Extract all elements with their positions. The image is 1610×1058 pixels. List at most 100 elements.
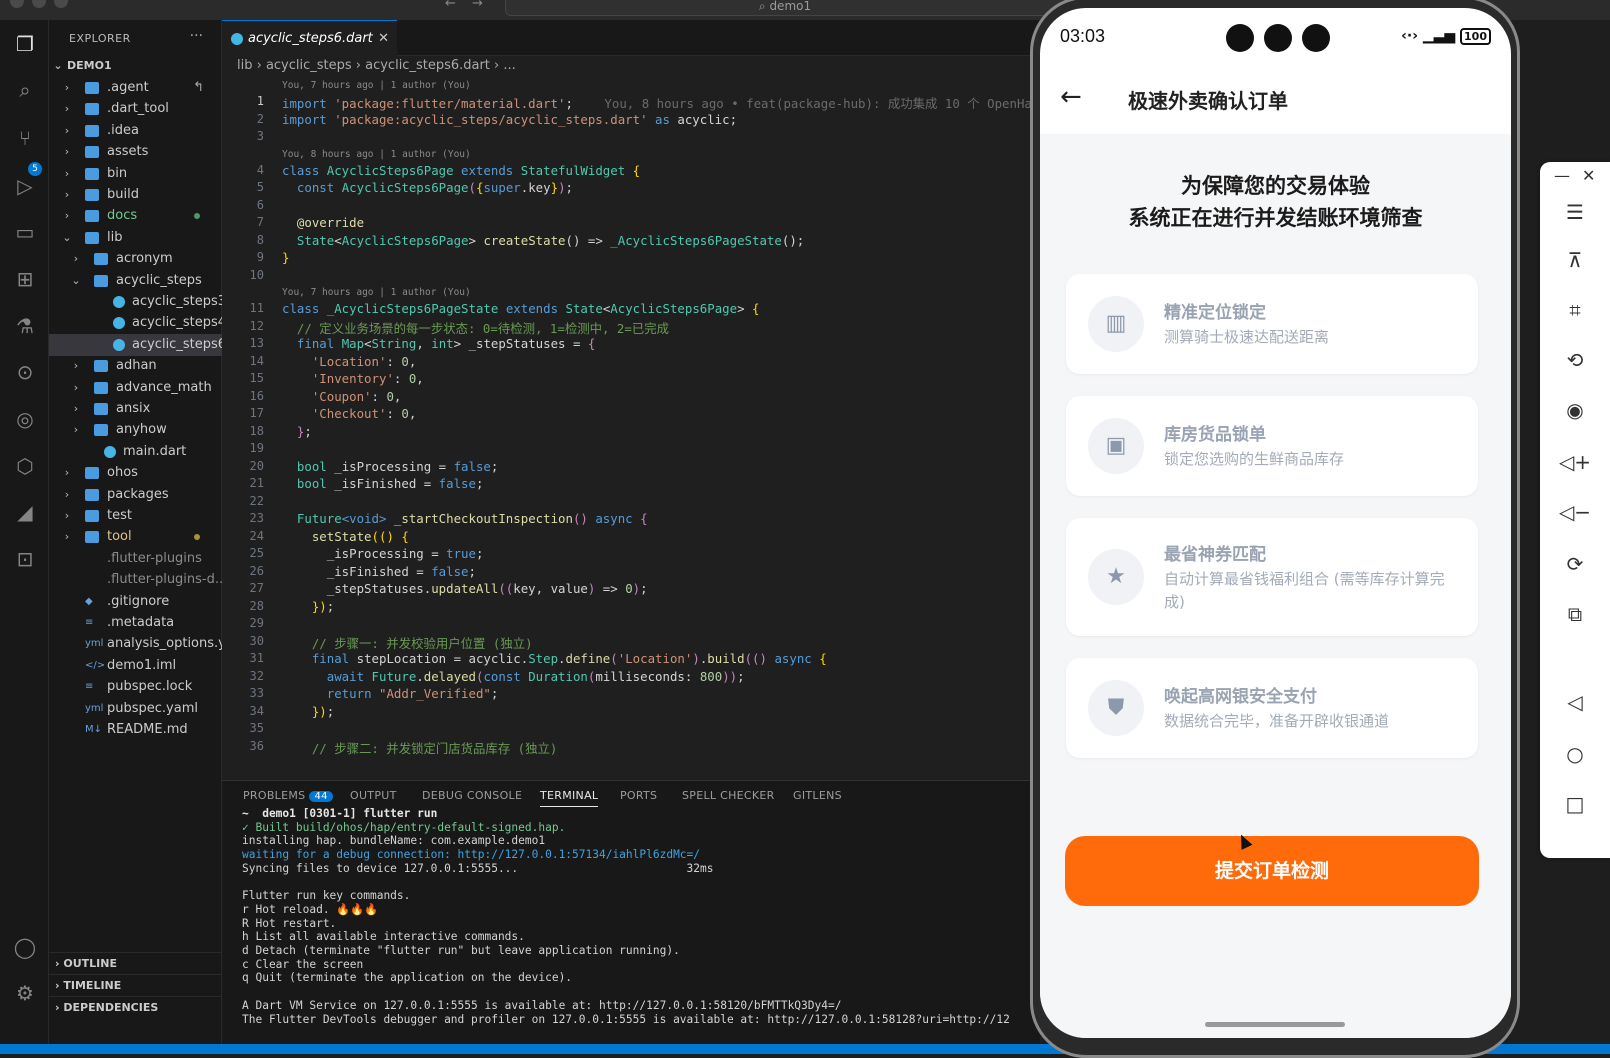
tab-output[interactable]: OUTPUT [350, 789, 397, 802]
clock: 03:03 [1060, 26, 1106, 46]
tree-item[interactable]: › .dart_tool [49, 98, 222, 120]
codelens-blame[interactable]: You, 7 hours ago | 1 author (You) [282, 287, 471, 298]
outline-section[interactable]: › OUTLINE [49, 952, 222, 974]
close-icon[interactable]: ✕ [1582, 166, 1595, 185]
back-arrow-icon[interactable]: ← [1060, 82, 1082, 112]
tree-item[interactable]: › packages [49, 484, 222, 506]
close-window-button[interactable] [10, 0, 24, 8]
tree-item-label: .metadata [107, 615, 175, 630]
breadcrumb[interactable]: lib › acyclic_steps › acyclic_steps6.dar… [237, 58, 516, 73]
run-debug-icon[interactable]: ▷ [13, 174, 37, 198]
pin-icon[interactable]: ⊼ [1540, 248, 1610, 272]
remote-explorer-icon[interactable]: ▭ [13, 220, 37, 244]
source-control-icon[interactable]: ⑂ [13, 126, 37, 150]
line-number: 1 [256, 94, 264, 108]
volume-down-icon[interactable]: ◁− [1540, 500, 1610, 524]
workspace-root[interactable]: ⌄ DEMO1 [49, 55, 222, 77]
tree-item[interactable]: </> demo1.iml [49, 655, 222, 677]
tree-item[interactable]: main.dart [49, 441, 222, 463]
gitlens-icon[interactable]: ◎ [13, 407, 37, 431]
terminal-line: h List all available interactive command… [242, 930, 525, 944]
screenshot-icon[interactable]: ◉ [1540, 398, 1610, 422]
codelens-blame[interactable]: You, 8 hours ago | 1 author (You) [282, 149, 471, 160]
tree-item[interactable]: .flutter-plugins [49, 548, 222, 570]
nav-back-icon[interactable]: ← [445, 0, 456, 11]
line-number: 35 [249, 721, 264, 735]
multi-device-icon[interactable]: ⧉ [1540, 602, 1610, 626]
tree-item[interactable]: › tool [49, 526, 222, 548]
tab-problems[interactable]: PROBLEMS 44 [243, 789, 333, 802]
minimize-window-button[interactable] [32, 0, 46, 8]
tree-item[interactable]: › ansix [49, 398, 222, 420]
code-line: 'Coupon': 0, [311, 388, 402, 404]
nav-recent-icon[interactable]: □ [1540, 792, 1610, 816]
camera-icon [1226, 24, 1254, 52]
tree-item[interactable]: › ohos [49, 462, 222, 484]
extensions-icon[interactable]: ⊞ [13, 267, 37, 291]
tab-ports[interactable]: PORTS [620, 789, 657, 802]
tree-item[interactable]: › anyhow [49, 419, 222, 441]
code-line: const AcyclicSteps6Page({super.key}); [296, 180, 574, 195]
editor-tab-active[interactable]: acyclic_steps6.dart ✕ [222, 20, 397, 56]
close-tab-icon[interactable]: ✕ [378, 21, 389, 57]
tree-item[interactable]: yml pubspec.yaml [49, 698, 222, 720]
submit-check-button[interactable]: 提交订单检测 [1065, 836, 1479, 906]
tree-item[interactable]: ⌄ lib [49, 227, 222, 249]
tree-item[interactable]: acyclic_steps3.... [49, 291, 222, 313]
tree-item[interactable]: .flutter-plugins-d... [49, 569, 222, 591]
tree-item[interactable]: ◆ .gitignore [49, 591, 222, 613]
timeline-section[interactable]: › TIMELINE [49, 974, 222, 996]
menu-icon[interactable]: ☰ [1540, 200, 1610, 224]
tree-item[interactable]: › build [49, 184, 222, 206]
tree-item[interactable]: ≡ .metadata [49, 612, 222, 634]
rotate-device-icon[interactable]: ⟳ [1540, 552, 1610, 576]
map-icon: ▥ [1088, 296, 1144, 352]
flutter-icon[interactable]: ◢ [13, 500, 37, 524]
tree-item[interactable]: › .agent ↰ [49, 77, 222, 99]
tab-terminal[interactable]: TERMINAL [540, 789, 599, 807]
tree-item[interactable]: acyclic_steps4.... [49, 312, 222, 334]
git-mark-icon: ↰ [193, 80, 204, 95]
more-actions-icon[interactable]: ··· [190, 28, 203, 44]
tree-item[interactable]: acyclic_steps6.... [49, 333, 222, 356]
tab-spell-checker[interactable]: SPELL CHECKER [682, 789, 775, 802]
tree-item[interactable]: › bin [49, 163, 222, 185]
nav-back-icon[interactable]: ◁ [1540, 690, 1610, 714]
account-icon[interactable]: ◯ [13, 935, 37, 959]
tree-item[interactable]: › adhan [49, 355, 222, 377]
tree-item[interactable]: › .idea [49, 120, 222, 142]
tree-item[interactable]: › acronym [49, 248, 222, 270]
folder-icon [85, 124, 99, 137]
dependencies-section[interactable]: › DEPENDENCIES [49, 996, 222, 1018]
tree-item[interactable]: ymlanalysis_options.y... [49, 633, 222, 655]
zoom-window-button[interactable] [54, 0, 68, 8]
tree-item[interactable]: › test [49, 505, 222, 527]
crop-icon[interactable]: ⌗ [1540, 298, 1610, 322]
tab-label: acyclic_steps6.dart [248, 31, 373, 46]
tree-item[interactable]: › assets [49, 141, 222, 163]
volume-up-icon[interactable]: ◁+ [1540, 450, 1610, 474]
settings-gear-icon[interactable]: ⚙ [13, 981, 37, 1005]
tree-item[interactable]: M↓ README.md [49, 719, 222, 741]
command-center-search[interactable]: ⌕ demo1 [505, 0, 1065, 16]
tree-item[interactable]: › advance_math [49, 377, 222, 399]
codelens-blame[interactable]: You, 7 hours ago | 1 author (You) [282, 80, 471, 91]
nav-home-icon[interactable]: ○ [1540, 742, 1610, 766]
explorer-icon[interactable]: ❐ [13, 32, 37, 56]
line-number: 13 [249, 336, 264, 350]
search-icon[interactable]: ⌕ [13, 78, 37, 102]
containers-icon[interactable]: ⬡ [13, 454, 37, 478]
tree-item[interactable]: › docs [49, 205, 222, 227]
nav-forward-icon[interactable]: → [472, 0, 483, 11]
inspector-icon[interactable]: ⊡ [13, 547, 37, 571]
tree-item-label: acronym [116, 251, 173, 267]
git-graph-icon[interactable]: ⊙ [13, 360, 37, 384]
tree-item[interactable]: ≡ pubspec.lock [49, 676, 222, 698]
testing-icon[interactable]: ⚗ [13, 314, 37, 338]
code-line: // 步骤二: 并发锁定门店货品库存 (独立) [282, 740, 558, 756]
tab-gitlens[interactable]: GITLENS [793, 789, 842, 802]
tree-item[interactable]: ⌄ acyclic_steps [49, 270, 222, 292]
rotate-icon[interactable]: ⟲ [1540, 348, 1610, 372]
tree-item-label: acyclic_steps4.... [132, 315, 222, 331]
tab-debug-console[interactable]: DEBUG CONSOLE [422, 789, 522, 802]
